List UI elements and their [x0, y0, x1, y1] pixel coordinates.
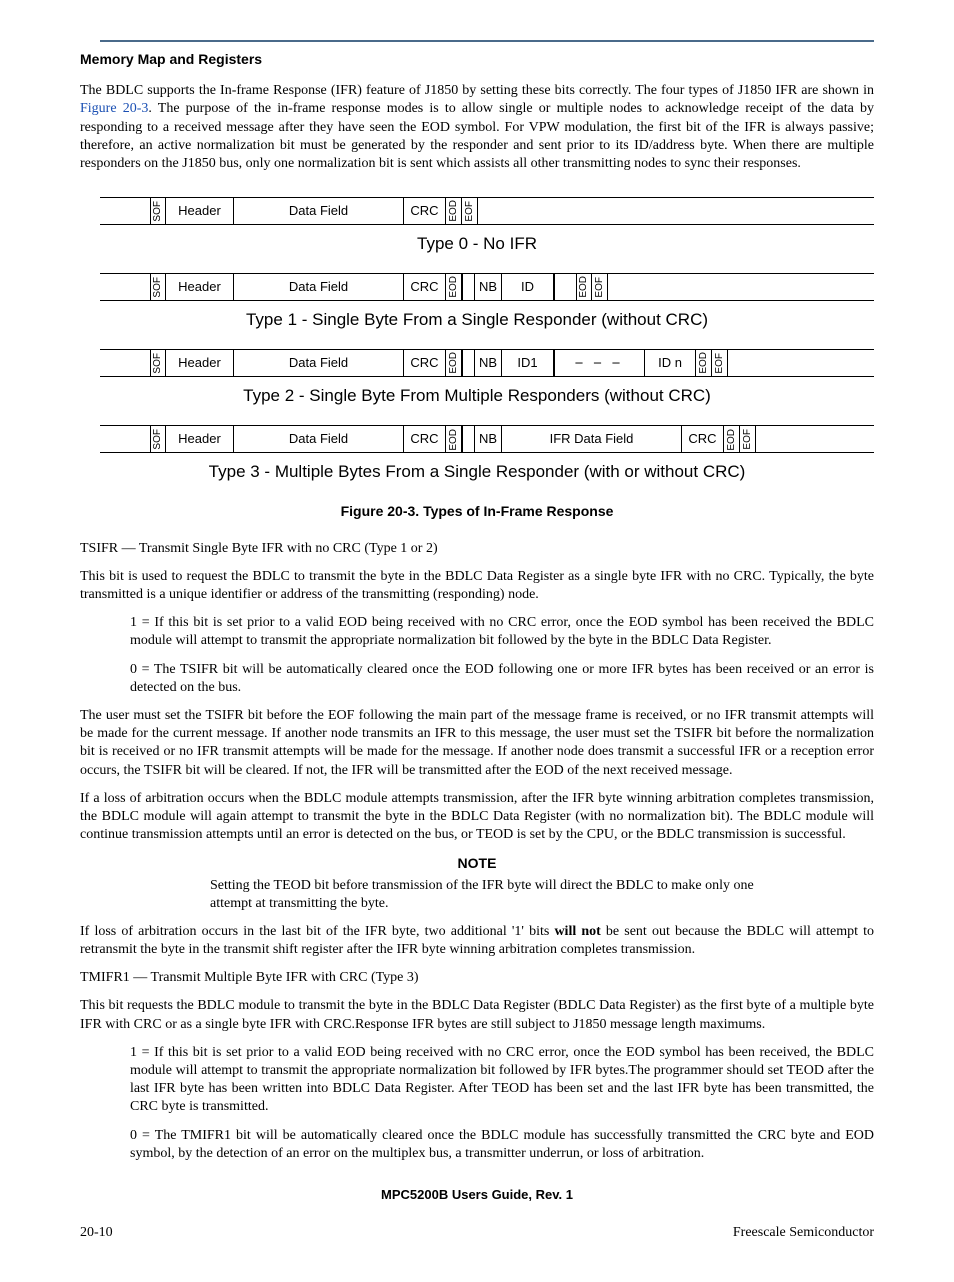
will-not: will not: [554, 924, 600, 939]
note-label: NOTE: [80, 854, 874, 872]
cell-sof: SOF: [150, 197, 166, 225]
tmifr-1: 1 = If this bit is set prior to a valid …: [130, 1044, 874, 1117]
cell-header: Header: [166, 197, 234, 225]
intro-paragraph: The BDLC supports the In-frame Response …: [80, 82, 874, 173]
cell-eod: EOD: [446, 197, 462, 225]
label-type3: Type 3 - Multiple Bytes From a Single Re…: [80, 461, 874, 483]
tsifr-1: 1 = If this bit is set prior to a valid …: [130, 614, 874, 650]
para-user: The user must set the TSIFR bit before t…: [80, 707, 874, 780]
figure-link[interactable]: Figure 20-3: [80, 101, 148, 116]
footer-vendor: Freescale Semiconductor: [733, 1224, 874, 1242]
intro-text-b: . The purpose of the in-frame response m…: [80, 101, 874, 171]
tmifr-p1: This bit requests the BDLC module to tra…: [80, 997, 874, 1033]
section-title: Memory Map and Registers: [80, 50, 874, 68]
para-arb: If a loss of arbitration occurs when the…: [80, 790, 874, 845]
frame-type0: SOF Header Data Field CRC EOD EOF: [100, 197, 874, 225]
tmifr-0: 0 = The TMIFR1 bit will be automatically…: [130, 1127, 874, 1163]
cell-crc: CRC: [404, 197, 446, 225]
label-type0: Type 0 - No IFR: [80, 233, 874, 255]
label-type2: Type 2 - Single Byte From Multiple Respo…: [80, 385, 874, 407]
top-rule: [100, 40, 874, 42]
footer-row: 20-10 Freescale Semiconductor: [80, 1224, 874, 1242]
frame-type3: SOF Header Data Field CRC EOD NB IFR Dat…: [100, 425, 874, 453]
frame-type2: SOF Header Data Field CRC EOD NB ID1 – –…: [100, 349, 874, 377]
cell-data: Data Field: [234, 197, 404, 225]
note-body: Setting the TEOD bit before transmission…: [210, 877, 794, 913]
intro-text-a: The BDLC supports the In-frame Response …: [80, 83, 874, 98]
tsifr-p1: This bit is used to request the BDLC to …: [80, 568, 874, 604]
footer-page: 20-10: [80, 1224, 113, 1242]
tmifr-label: TMIFR1 — Transmit Multiple Byte IFR with…: [80, 969, 874, 987]
tsifr-label: TSIFR — Transmit Single Byte IFR with no…: [80, 540, 874, 558]
tsifr-0: 0 = The TSIFR bit will be automatically …: [130, 661, 874, 697]
footer-center: MPC5200B Users Guide, Rev. 1: [80, 1187, 874, 1204]
frame-type1: SOF Header Data Field CRC EOD NB ID EOD …: [100, 273, 874, 301]
label-type1: Type 1 - Single Byte From a Single Respo…: [80, 309, 874, 331]
ifr-diagram: SOF Header Data Field CRC EOD EOF Type 0…: [80, 197, 874, 483]
para-loss-a: If loss of arbitration occurs in the las…: [80, 924, 554, 939]
para-loss: If loss of arbitration occurs in the las…: [80, 923, 874, 959]
figure-caption: Figure 20-3. Types of In-Frame Response: [80, 502, 874, 520]
cell-eof: EOF: [462, 197, 478, 225]
